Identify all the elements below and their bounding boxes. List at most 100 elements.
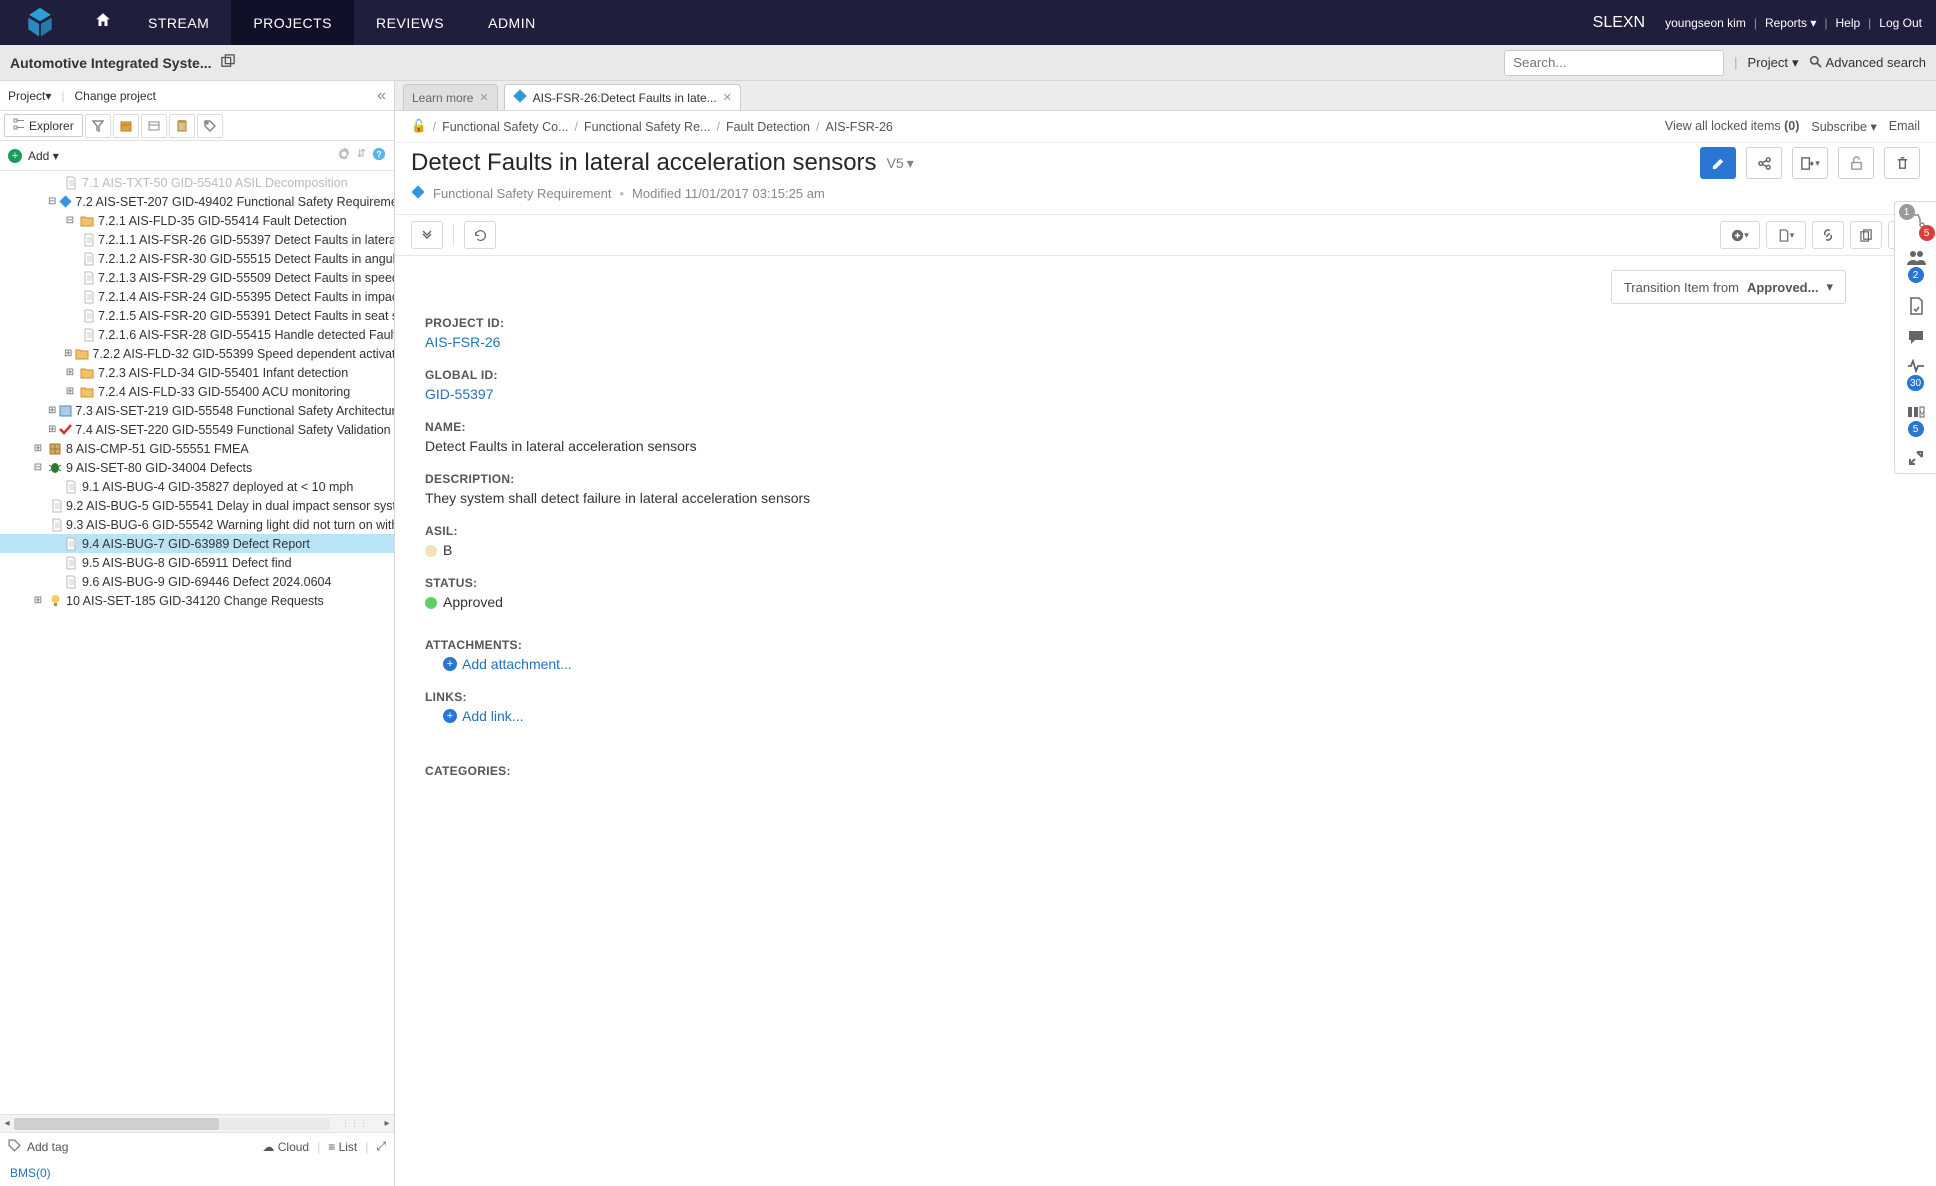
project-id-link[interactable]: AIS-FSR-26 — [425, 334, 1145, 350]
nav-reviews[interactable]: REVIEWS — [354, 0, 466, 45]
tree-node[interactable]: ⊞7.2.4 AIS-FLD-33 GID-55400 ACU monitori… — [0, 382, 394, 401]
breadcrumb-item[interactable]: Fault Detection — [726, 120, 810, 134]
tree-node[interactable]: ⊟7.2.1 AIS-FLD-35 GID-55414 Fault Detect… — [0, 211, 394, 230]
tag-icon[interactable] — [197, 114, 223, 138]
refresh-button[interactable] — [464, 221, 496, 249]
tree-node[interactable]: ⊞7.2.3 AIS-FLD-34 GID-55401 Infant detec… — [0, 363, 394, 382]
subscribe-menu[interactable]: Subscribe ▾ — [1811, 119, 1876, 134]
email-link[interactable]: Email — [1889, 119, 1920, 134]
nav-stream[interactable]: STREAM — [126, 0, 231, 45]
tree-node[interactable]: 7.2.1.4 AIS-FSR-24 GID-55395 Detect Faul… — [0, 287, 394, 306]
change-project-link[interactable]: Change project — [75, 89, 156, 103]
rail-review[interactable] — [1908, 297, 1924, 315]
close-icon[interactable]: ✕ — [723, 91, 732, 104]
tree-toggle-icon[interactable]: ⊞ — [64, 386, 76, 397]
tree-node[interactable]: 9.3 AIS-BUG-6 GID-55542 Warning light di… — [0, 515, 394, 534]
tree-node[interactable]: 7.1 AIS-TXT-50 GID-55410 ASIL Decomposit… — [0, 173, 394, 192]
lock-button[interactable] — [1838, 147, 1874, 179]
tree-toggle-icon[interactable]: ⊞ — [64, 367, 76, 378]
rail-comments[interactable] — [1907, 329, 1925, 345]
tree-node[interactable]: 9.5 AIS-BUG-8 GID-65911 Defect find — [0, 553, 394, 572]
gear-icon[interactable] — [337, 147, 351, 164]
user-name-link[interactable]: youngseon kim — [1665, 16, 1746, 30]
home-icon[interactable] — [80, 11, 126, 34]
help-icon[interactable]: ? — [372, 147, 386, 164]
advanced-search-link[interactable]: Advanced search — [1809, 55, 1926, 71]
tree-node[interactable]: 7.2.1.5 AIS-FSR-20 GID-55391 Detect Faul… — [0, 306, 394, 325]
copy-button[interactable] — [1850, 221, 1882, 249]
tree-node[interactable]: ⊞7.4 AIS-SET-220 GID-55549 Functional Sa… — [0, 420, 394, 439]
explorer-button[interactable]: Explorer — [4, 114, 83, 137]
nav-admin[interactable]: ADMIN — [466, 0, 558, 45]
breadcrumb-item[interactable]: AIS-FSR-26 — [826, 120, 893, 134]
search-scope-select[interactable]: Project ▾ — [1748, 55, 1799, 71]
add-plus-icon[interactable]: + — [8, 149, 22, 163]
tree-node[interactable]: 9.2 AIS-BUG-5 GID-55541 Delay in dual im… — [0, 496, 394, 515]
rail-activity[interactable]: 30 — [1907, 359, 1925, 391]
export-button[interactable]: ▾ — [1792, 147, 1828, 179]
tree-node[interactable]: ⊞8 AIS-CMP-51 GID-55551 FMEA — [0, 439, 394, 458]
tree-node[interactable]: 7.2.1.1 AIS-FSR-26 GID-55397 Detect Faul… — [0, 230, 394, 249]
nav-projects[interactable]: PROJECTS — [231, 0, 354, 45]
cloud-link[interactable]: ☁ Cloud — [262, 1140, 309, 1154]
breadcrumb-item[interactable]: Functional Safety Co... — [442, 120, 568, 134]
tree-node[interactable]: ⊞7.2.2 AIS-FLD-32 GID-55399 Speed depend… — [0, 344, 394, 363]
delete-button[interactable] — [1884, 147, 1920, 179]
tree-scrollbar[interactable]: ◂ ⋮⋮⋮ ▸ — [0, 1114, 394, 1132]
calendar-icon[interactable] — [113, 114, 139, 138]
project-menu[interactable]: Project▾ — [8, 89, 51, 103]
edit-button[interactable] — [1700, 147, 1736, 179]
tree-toggle-icon[interactable]: ⊟ — [64, 215, 76, 226]
document-button[interactable]: ▾ — [1766, 221, 1806, 249]
tree-node[interactable]: 7.2.1.6 AIS-FSR-28 GID-55415 Handle dete… — [0, 325, 394, 344]
rail-collapse[interactable] — [1909, 451, 1923, 465]
panel-icon[interactable] — [141, 114, 167, 138]
tree-toggle-icon[interactable]: ⊞ — [48, 424, 56, 435]
expand-collapse-button[interactable] — [411, 221, 443, 249]
add-circle-button[interactable]: ▾ — [1720, 221, 1760, 249]
tree-toggle-icon[interactable]: ⊞ — [32, 443, 44, 454]
rail-verify[interactable]: V 5 — [1907, 405, 1925, 437]
tree-node[interactable]: ⊟7.2 AIS-SET-207 GID-49402 Functional Sa… — [0, 192, 394, 211]
arrows-icon[interactable]: ⇵ — [357, 147, 366, 164]
transition-select[interactable]: Transition Item from Approved... ▾ — [1611, 270, 1846, 304]
bms-link[interactable]: BMS(0) — [10, 1166, 51, 1180]
collapse-sidebar-icon[interactable]: « — [377, 87, 386, 105]
tree-node[interactable]: 7.2.1.3 AIS-FSR-29 GID-55509 Detect Faul… — [0, 268, 394, 287]
tag-add-icon[interactable] — [8, 1139, 21, 1155]
add-link-link[interactable]: + Add link... — [443, 708, 1145, 724]
search-input[interactable] — [1504, 50, 1724, 76]
add-tag-link[interactable]: Add tag — [27, 1140, 68, 1154]
breadcrumb-item[interactable]: Functional Safety Re... — [584, 120, 710, 134]
tree-node[interactable]: 9.1 AIS-BUG-4 GID-35827 deployed at < 10… — [0, 477, 394, 496]
list-link[interactable]: ≡ List — [328, 1140, 357, 1154]
close-icon[interactable]: ✕ — [479, 91, 488, 104]
expand-tag-icon[interactable]: ⤢ — [376, 1139, 386, 1154]
reports-menu[interactable]: Reports ▾ — [1765, 16, 1816, 30]
help-link[interactable]: Help — [1835, 16, 1860, 30]
tree-node[interactable]: 7.2.1.2 AIS-FSR-30 GID-55515 Detect Faul… — [0, 249, 394, 268]
clipboard-icon[interactable] — [169, 114, 195, 138]
tree-toggle-icon[interactable]: ⊞ — [48, 405, 56, 416]
tree-node[interactable]: ⊞7.3 AIS-SET-219 GID-55548 Functional Sa… — [0, 401, 394, 420]
logout-link[interactable]: Log Out — [1879, 16, 1922, 30]
tree-node[interactable]: ⊞10 AIS-SET-185 GID-34120 Change Request… — [0, 591, 394, 610]
add-attachment-link[interactable]: + Add attachment... — [443, 656, 1145, 672]
rail-versions[interactable]: 1 5 — [1905, 210, 1927, 235]
tree-toggle-icon[interactable]: ⊞ — [64, 348, 72, 359]
tab-item[interactable]: AIS-FSR-26:Detect Faults in late... ✕ — [504, 84, 741, 110]
version-select[interactable]: V5 ▾ — [887, 155, 914, 172]
tree-node[interactable]: 9.6 AIS-BUG-9 GID-69446 Defect 2024.0604 — [0, 572, 394, 591]
tab-learn-more[interactable]: Learn more ✕ — [403, 84, 498, 110]
filter-icon[interactable] — [85, 114, 111, 138]
tree-toggle-icon[interactable]: ⊟ — [48, 196, 56, 207]
rail-users[interactable]: 2 — [1906, 249, 1926, 283]
locked-items-link[interactable]: View all locked items (0) — [1665, 119, 1800, 134]
tree-toggle-icon[interactable]: ⊟ — [32, 462, 44, 473]
global-id-link[interactable]: GID-55397 — [425, 386, 1145, 402]
share-button[interactable] — [1746, 147, 1782, 179]
tree-toggle-icon[interactable]: ⊞ — [32, 595, 44, 606]
link-button[interactable] — [1812, 221, 1844, 249]
tree-node[interactable]: 9.4 AIS-BUG-7 GID-63989 Defect Report — [0, 534, 394, 553]
multi-window-icon[interactable] — [221, 54, 235, 71]
